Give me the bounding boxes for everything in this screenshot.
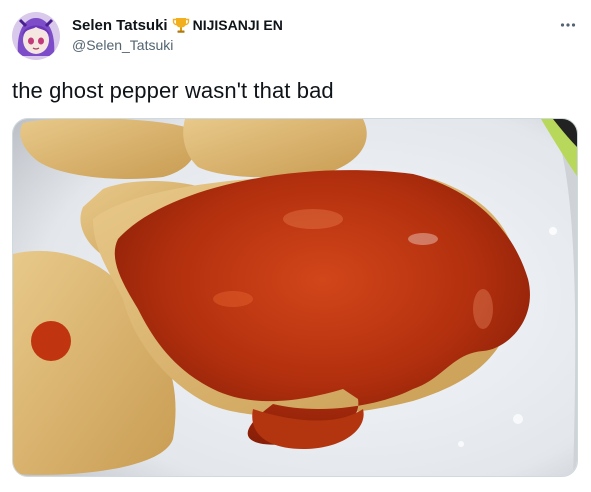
more-horizontal-icon xyxy=(560,23,576,27)
display-name[interactable]: Selen Tatsuki xyxy=(72,17,168,34)
tweet-text: the ghost pepper wasn't that bad xyxy=(12,78,334,103)
more-options-button[interactable] xyxy=(555,12,581,38)
food-photo xyxy=(13,119,577,476)
tweet-media-photo[interactable] xyxy=(12,118,578,477)
avatar-image xyxy=(12,12,60,60)
trophy-icon xyxy=(172,16,190,34)
tweet: Selen Tatsuki NIJISANJI EN @Selen_Tatsuk… xyxy=(0,0,591,492)
author-name-row[interactable]: Selen Tatsuki NIJISANJI EN xyxy=(72,15,283,35)
affiliation-label[interactable]: NIJISANJI EN xyxy=(193,17,283,33)
handle[interactable]: @Selen_Tatsuki xyxy=(72,37,173,53)
avatar[interactable] xyxy=(12,12,60,60)
